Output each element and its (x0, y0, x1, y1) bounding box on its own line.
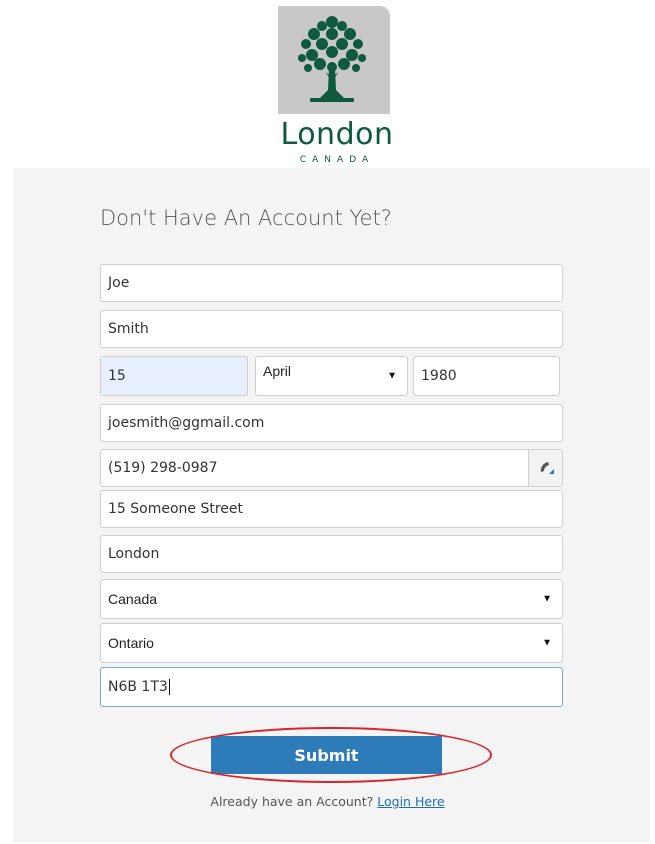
tree-icon (298, 16, 366, 102)
chevron-down-icon: ▼ (387, 370, 397, 382)
email-value: joesmith@ggmail.com (108, 415, 265, 431)
address-value: 15 Someone Street (108, 501, 244, 517)
postal-code-input[interactable]: N6B 1T3 (100, 667, 563, 707)
last-name-input[interactable]: Smith (100, 310, 563, 348)
birth-day-value: 15 (108, 368, 126, 384)
phone-value: (519) 298-0987 (108, 460, 218, 476)
birth-month-value: April (263, 363, 292, 379)
logo-wordmark: London (280, 117, 394, 152)
chevron-down-icon: ▼ (542, 637, 552, 649)
phone-icon (540, 462, 554, 474)
phone-call-button[interactable] (528, 450, 562, 486)
first-name-value: Joe (108, 275, 130, 291)
province-select[interactable]: Ontario ▼ (100, 623, 563, 663)
login-prompt-text: Already have an Account? (210, 794, 374, 809)
city-value: London (108, 546, 160, 562)
address-input[interactable]: 15 Someone Street (100, 490, 563, 528)
phone-input[interactable]: (519) 298-0987 (100, 449, 563, 487)
city-logo: London CANADA (278, 6, 393, 171)
submit-button[interactable]: Submit (211, 736, 442, 774)
birth-year-input[interactable]: 1980 (413, 356, 560, 396)
first-name-input[interactable]: Joe (100, 264, 563, 302)
last-name-value: Smith (108, 321, 149, 337)
login-prompt: Already have an Account? Login Here (0, 794, 655, 809)
country-select[interactable]: Canada ▼ (100, 579, 563, 619)
page-title: Don't Have An Account Yet? (100, 206, 392, 230)
text-cursor (168, 679, 170, 695)
logo-subtitle: CANADA (299, 155, 375, 165)
postal-code-value: N6B 1T3 (108, 679, 168, 695)
province-value: Ontario (108, 635, 154, 651)
country-value: Canada (108, 591, 158, 607)
birth-year-value: 1980 (421, 368, 457, 384)
city-input[interactable]: London (100, 535, 563, 573)
email-input[interactable]: joesmith@ggmail.com (100, 404, 563, 442)
login-link[interactable]: Login Here (377, 794, 444, 809)
chevron-down-icon: ▼ (542, 593, 552, 605)
birth-day-input[interactable]: 15 (100, 356, 248, 396)
birth-month-select[interactable]: April ▼ (255, 356, 408, 396)
